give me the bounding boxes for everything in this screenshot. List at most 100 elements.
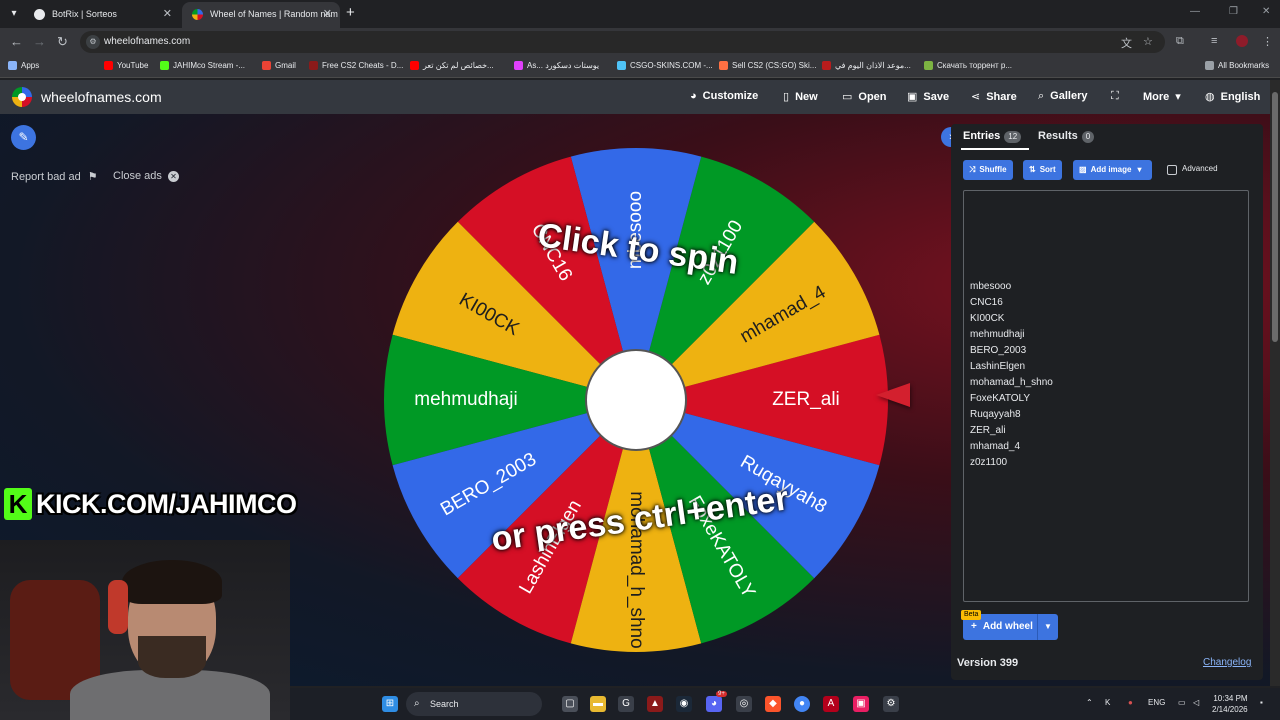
nav-save[interactable]: ▣ Save [907, 90, 949, 103]
brave-icon[interactable]: ◆ [765, 696, 781, 712]
notifications-icon[interactable]: ▪ [1260, 698, 1263, 707]
url-text[interactable]: wheelofnames.com [104, 36, 190, 47]
tab-entries[interactable]: Entries 12 [963, 130, 1022, 143]
advanced-label[interactable]: Advanced [1182, 164, 1218, 173]
maximize-icon[interactable]: ❐ [1229, 6, 1238, 17]
bookmark-item[interactable]: As... يوستات دسكورد [514, 61, 599, 70]
bookmark-item[interactable]: YouTube [104, 61, 148, 70]
nav-new[interactable]: ▯ New [783, 90, 818, 103]
bookmark-item[interactable]: خصائص لم تكن تعر... [410, 61, 494, 70]
tab-search-icon[interactable]: ▾ [4, 5, 24, 23]
add-image-button[interactable]: ▨ Add image ▾ [1073, 160, 1152, 180]
site-info-icon[interactable]: ⚙ [86, 35, 100, 49]
bookmark-item[interactable]: All Bookmarks [1205, 61, 1269, 70]
reload-icon[interactable]: ↻ [57, 34, 68, 50]
chrome-menu-icon[interactable]: ⋮ [1262, 35, 1273, 48]
entry-item[interactable]: z0z1100 [970, 455, 1053, 471]
entry-item[interactable]: BERO_2003 [970, 343, 1053, 359]
nav-fullscreen[interactable]: ⛶ [1111, 90, 1125, 103]
entry-item[interactable]: Ruqayyah8 [970, 407, 1053, 423]
tab-wheel-of-names[interactable]: Wheel of Names | Random nam ✕ [182, 2, 340, 28]
settings-icon[interactable]: ⚙ [883, 696, 899, 712]
bookmark-star-icon[interactable]: ☆ [1143, 35, 1153, 48]
new-tab-icon[interactable]: + [346, 5, 355, 21]
taskbar-clock[interactable]: 10:34 PM 2/14/2026 [1212, 693, 1248, 715]
minimize-icon[interactable]: — [1190, 6, 1200, 17]
forward-icon[interactable]: → [33, 34, 46, 50]
taskbar-search[interactable]: ⌕ Search [406, 692, 542, 716]
tab-botrix[interactable]: BotRix | Sorteos ✕ [24, 2, 180, 28]
nav-more[interactable]: More ▾ [1143, 90, 1181, 103]
address-bar[interactable]: ⚙ wheelofnames.com [80, 31, 1165, 53]
nav-share[interactable]: ⋖ Share [971, 90, 1017, 103]
bookmark-item[interactable]: Скачать торрент р... [924, 61, 1012, 70]
search-icon: ⌕ [414, 698, 420, 709]
page-scrollbar[interactable] [1270, 80, 1280, 686]
entry-item[interactable]: mohamad_h_shno [970, 375, 1053, 391]
language-indicator[interactable]: ENG [1148, 698, 1165, 707]
edit-pencil-icon[interactable]: ✎ [11, 125, 36, 150]
bookmark-favicon-icon [262, 61, 271, 70]
adobe-icon[interactable]: A [823, 696, 839, 712]
obs-icon[interactable]: ◎ [736, 696, 752, 712]
bookmark-item[interactable]: Free CS2 Cheats - D... [309, 61, 403, 70]
network-icon[interactable]: ▭ [1178, 698, 1186, 707]
close-tab-icon[interactable]: ✕ [323, 2, 332, 26]
profile-avatar[interactable] [1236, 35, 1248, 47]
bookmark-item[interactable]: Apps [8, 61, 39, 70]
nav-open[interactable]: ▭ Open [842, 90, 887, 103]
entry-item[interactable]: mhamad_4 [970, 439, 1053, 455]
nav-english[interactable]: ◍ English [1205, 90, 1260, 103]
entry-item[interactable]: LashinElgen [970, 359, 1053, 375]
nav-gallery[interactable]: ⌕ Gallery [1038, 90, 1087, 103]
discord-icon[interactable]: ◕ [706, 696, 722, 712]
bookmark-item[interactable]: JAHIMco Stream -... [160, 61, 245, 70]
windows-start-icon[interactable]: ⊞ [382, 696, 398, 712]
wheel-center-hub[interactable] [585, 349, 687, 451]
task-view-icon[interactable]: ▢ [562, 696, 578, 712]
volume-icon[interactable]: ◁ [1193, 698, 1199, 707]
steam-icon[interactable]: ◉ [676, 696, 692, 712]
sort-button[interactable]: ⇅ Sort [1023, 160, 1062, 180]
bookmark-item[interactable]: Sell CS2 (CS:GO) Ski... [719, 61, 816, 70]
wheel-graphic[interactable]: ZER_alimhamad_4z0z1100mbesoooCNC16KI00CK… [380, 144, 892, 656]
entry-item[interactable]: ZER_ali [970, 423, 1053, 439]
file-explorer-icon[interactable]: ▬ [590, 696, 606, 712]
bookmark-item[interactable]: موعد الاذان اليوم في... [822, 61, 911, 70]
window-close-icon[interactable]: ✕ [1262, 6, 1270, 17]
changelog-link[interactable]: Changelog [1203, 657, 1251, 668]
entry-item[interactable]: CNC16 [970, 295, 1053, 311]
valorant-icon[interactable]: ▲ [647, 696, 663, 712]
media-player-icon[interactable]: ▣ [853, 696, 869, 712]
gog-galaxy-icon[interactable]: G [618, 696, 634, 712]
translate-icon[interactable]: 文 [1121, 35, 1132, 51]
tray-chevron-icon[interactable]: ⌃ [1086, 698, 1093, 707]
entries-list[interactable]: mbesooo CNC16 KI00CK mehmudhaji BERO_2003 Las… [970, 279, 1053, 471]
bookmark-item[interactable]: CSGO-SKINS.COM -... [617, 61, 713, 70]
site-title[interactable]: wheelofnames.com [41, 89, 162, 105]
media-icon[interactable]: ≡ [1211, 35, 1217, 47]
tab-title: Wheel of Names | Random nam [210, 9, 338, 19]
entry-item[interactable]: KI00CK [970, 311, 1053, 327]
chevron-down-icon[interactable]: ▼ [1037, 614, 1058, 640]
entry-item[interactable]: mehmudhaji [970, 327, 1053, 343]
back-icon[interactable]: ← [10, 34, 23, 50]
nav-customize[interactable]: ◕ Customize [690, 90, 758, 102]
advanced-checkbox[interactable] [1167, 165, 1177, 175]
close-ads-link[interactable]: Close ads ✕ [113, 170, 179, 182]
entry-item[interactable]: FoxeKATOLY [970, 391, 1053, 407]
close-tab-icon[interactable]: ✕ [163, 2, 172, 26]
tab-results[interactable]: Results 0 [1038, 130, 1095, 143]
extensions-icon[interactable]: ⧉ [1176, 35, 1184, 48]
shuffle-button[interactable]: ⤨ Shuffle [963, 160, 1013, 180]
wheel-logo-icon[interactable] [12, 87, 32, 107]
scrollbar-thumb[interactable] [1272, 92, 1278, 342]
chrome-icon[interactable]: ● [794, 696, 810, 712]
wheel[interactable]: ZER_ali mhamad_4 z0z1100 mbesooo CNC16 KI00CK… [380, 144, 892, 656]
entries-textarea[interactable]: mbesooo CNC16 KI00CK mehmudhaji BERO_2003 Las… [963, 190, 1249, 602]
kick-tray-icon[interactable]: K [1105, 698, 1110, 707]
microphone-icon[interactable]: ● [1128, 698, 1133, 707]
entry-item[interactable]: mbesooo [970, 279, 1053, 295]
bookmark-item[interactable]: Gmail [262, 61, 296, 70]
report-ad-link[interactable]: Report bad ad ⚑ [11, 170, 98, 183]
